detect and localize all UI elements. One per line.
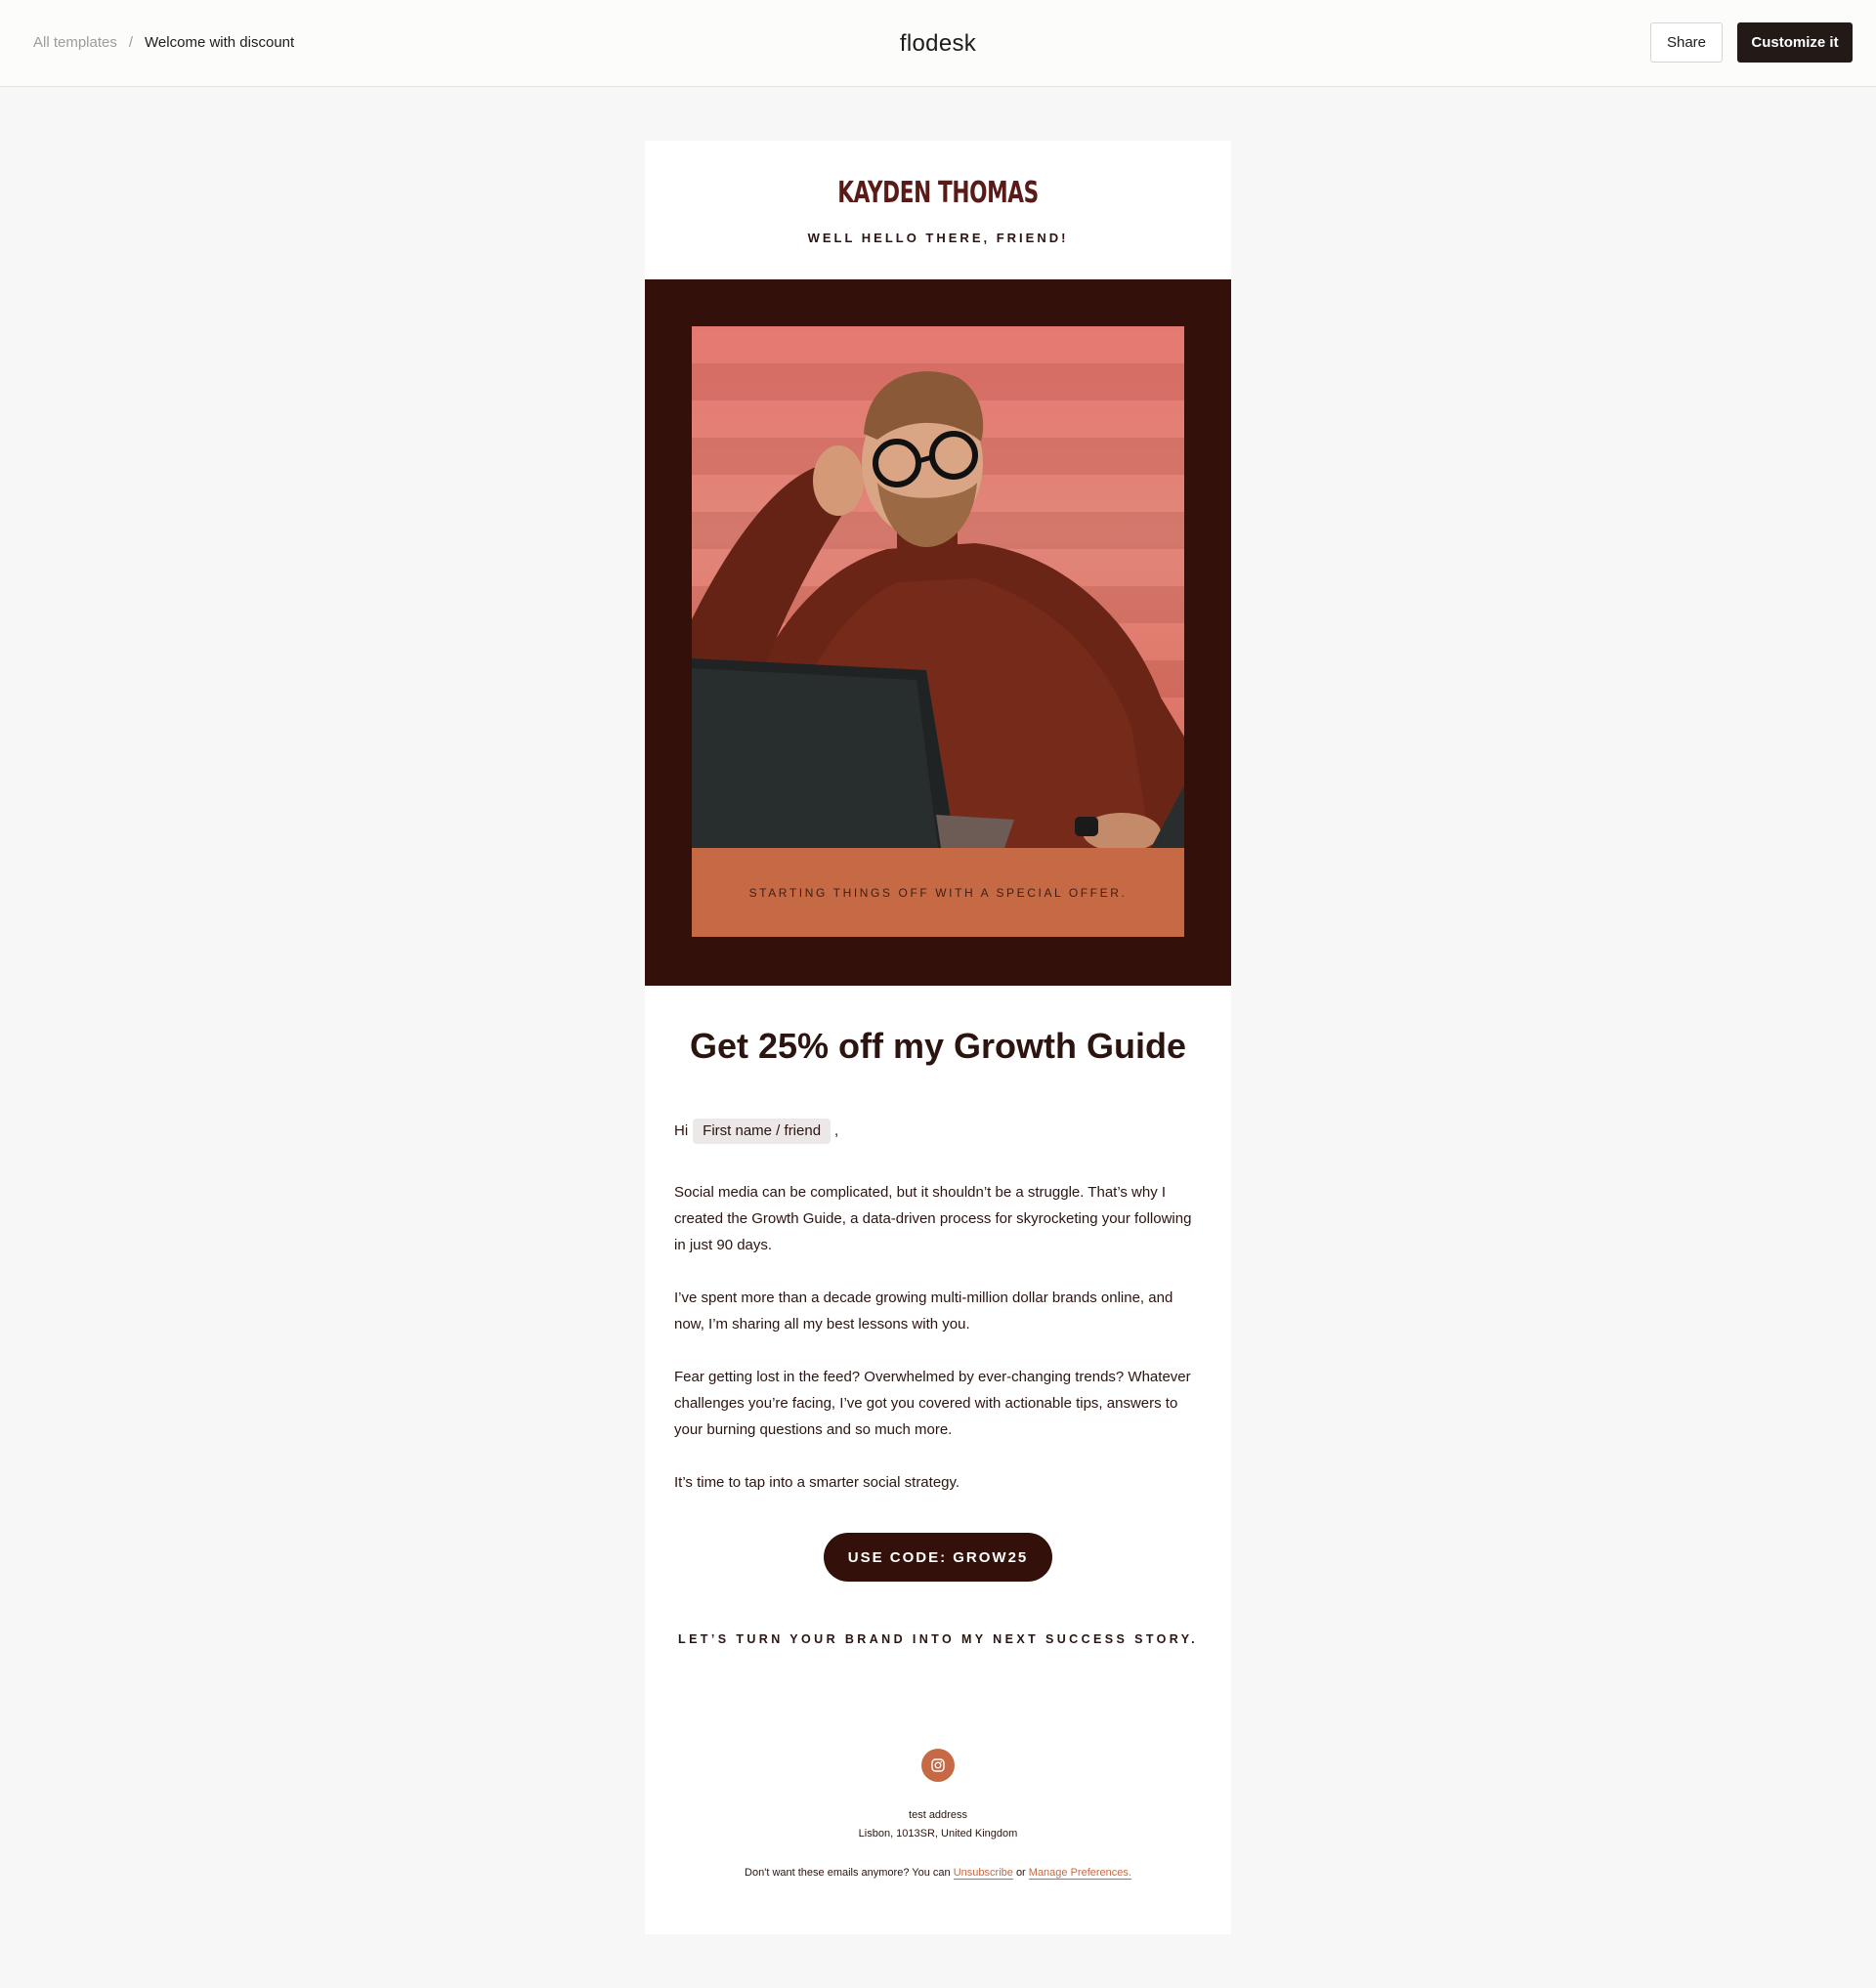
instagram-glyph — [931, 1758, 945, 1772]
footer-or: or — [1015, 1867, 1026, 1879]
salutation-prefix: Hi — [674, 1122, 689, 1139]
breadcrumb-current: Welcome with discount — [145, 34, 295, 51]
footer-prefix: Don't want these emails anymore? You can — [745, 1867, 951, 1879]
email-preview: KAYDEN THOMAS WELL HELLO THERE, FRIEND! — [645, 141, 1231, 1934]
use-code-button[interactable]: USE CODE: GROW25 — [824, 1533, 1052, 1582]
customize-button[interactable]: Customize it — [1737, 22, 1853, 63]
hero-block: STARTING THINGS OFF WITH A SPECIAL OFFER… — [645, 279, 1231, 986]
hero-photo — [692, 326, 1184, 848]
breadcrumb: All templates / Welcome with discount — [33, 34, 294, 51]
share-button[interactable]: Share — [1650, 22, 1723, 63]
body-paragraph-2: I’ve spent more than a decade growing mu… — [674, 1290, 1173, 1332]
brand-name: KAYDEN THOMAS — [837, 176, 1039, 210]
hero-caption: STARTING THINGS OFF WITH A SPECIAL OFFER… — [748, 885, 1128, 900]
footer-address-line-1: test address — [909, 1809, 967, 1821]
portrait-illustration — [692, 371, 1184, 848]
greeting-heading: WELL HELLO THERE, FRIEND! — [807, 231, 1069, 245]
first-name-merge-tag[interactable]: First name / friend — [693, 1118, 831, 1144]
footer-unsubscribe-line: Don't want these emails anymore? You can… — [645, 1867, 1231, 1880]
body-paragraph-1: Social media can be complicated, but it … — [674, 1184, 1192, 1253]
manage-preferences-link[interactable]: Manage Preferences. — [1028, 1867, 1131, 1880]
closing-tagline: LET’S TURN YOUR BRAND INTO MY NEXT SUCCE… — [678, 1632, 1198, 1646]
body-paragraph-3: Fear getting lost in the feed? Overwhelm… — [674, 1369, 1191, 1438]
salutation-line: Hi First name / friend , — [674, 1118, 1202, 1144]
breadcrumb-all-templates[interactable]: All templates — [33, 34, 117, 51]
top-bar: All templates / Welcome with discount fl… — [0, 0, 1876, 87]
footer-address-line-2: Lisbon, 1013SR, United Kingdom — [858, 1828, 1018, 1840]
salutation-suffix: , — [834, 1122, 839, 1139]
hero-caption-band: STARTING THINGS OFF WITH A SPECIAL OFFER… — [692, 848, 1184, 937]
instagram-icon[interactable] — [921, 1749, 955, 1782]
unsubscribe-link[interactable]: Unsubscribe — [953, 1867, 1013, 1880]
breadcrumb-separator: / — [128, 34, 134, 51]
body-paragraph-4: It’s time to tap into a smarter social s… — [674, 1474, 960, 1491]
email-headline: Get 25% off my Growth Guide — [689, 1026, 1187, 1066]
